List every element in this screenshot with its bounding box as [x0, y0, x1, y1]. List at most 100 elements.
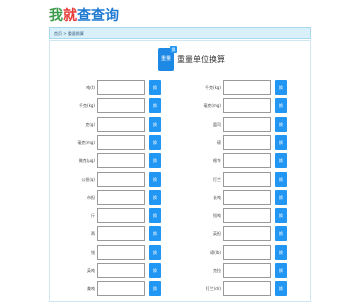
unit-value-input[interactable]	[223, 244, 271, 260]
right-unit-row: 短吨 换	[190, 208, 290, 224]
logo-char-4: 查	[91, 8, 105, 24]
page-title: 重量单位换算	[177, 55, 225, 64]
convert-button[interactable]: 换	[149, 134, 161, 150]
convert-button[interactable]: 换	[149, 208, 161, 224]
right-unit-row: 磅(lb) 换	[190, 244, 290, 261]
unit-label: 打兰(dr)	[205, 286, 221, 292]
left-unit-row: 吨(t) 换	[64, 80, 164, 96]
unit-label: 斤	[91, 213, 95, 219]
convert-button[interactable]: 换	[275, 263, 287, 278]
unit-label: 毫克(mg)	[203, 103, 221, 109]
convert-button[interactable]: 换	[275, 171, 287, 187]
app-icon-badge: 换	[170, 46, 177, 53]
unit-value-input[interactable]	[223, 226, 271, 242]
unit-label: 千克(kg)	[205, 85, 221, 90]
unit-label: 公担(q)	[81, 176, 95, 182]
unit-value-input[interactable]	[223, 134, 271, 150]
convert-button[interactable]: 换	[149, 263, 161, 278]
unit-label: 美吨	[87, 286, 95, 292]
convert-button[interactable]: 换	[275, 116, 287, 132]
left-unit-row: 英吨 换	[64, 263, 164, 279]
right-unit-row: 打兰 换	[190, 171, 290, 188]
left-unit-row: 克(g) 换	[64, 116, 164, 133]
convert-button[interactable]: 换	[149, 80, 161, 95]
convert-button[interactable]: 换	[275, 80, 287, 95]
weight-app-icon: 换 重量	[158, 46, 177, 71]
left-unit-row: 千克(kg) 换	[64, 98, 164, 114]
unit-label: 克(g)	[85, 121, 95, 127]
unit-value-input[interactable]	[97, 134, 145, 150]
unit-label: 磅(lb)	[210, 249, 221, 255]
unit-value-input[interactable]	[97, 226, 145, 242]
breadcrumb[interactable]: 首页 > 重量换算	[49, 27, 311, 39]
unit-value-input[interactable]	[97, 244, 145, 260]
unit-value-input[interactable]	[97, 116, 145, 132]
convert-button[interactable]: 换	[149, 226, 161, 242]
convert-button[interactable]: 换	[275, 189, 287, 205]
left-unit-row: 公担(q) 换	[64, 171, 164, 188]
unit-value-input[interactable]	[223, 263, 271, 278]
unit-value-input[interactable]	[97, 263, 145, 278]
unit-label: 克拉	[213, 268, 221, 273]
unit-value-input[interactable]	[223, 98, 271, 114]
unit-label: 市担	[87, 194, 95, 200]
unit-value-input[interactable]	[97, 208, 145, 224]
convert-button[interactable]: 换	[275, 98, 287, 114]
left-unit-row: 钱换	[64, 244, 164, 261]
convert-button[interactable]: 换	[275, 226, 287, 242]
convert-button[interactable]: 换	[275, 134, 287, 150]
unit-value-input[interactable]	[223, 153, 271, 169]
left-unit-row: 两换	[64, 226, 164, 242]
unit-value-input[interactable]	[97, 153, 145, 169]
convert-button[interactable]: 换	[275, 281, 287, 297]
convert-button[interactable]: 换	[275, 208, 287, 224]
convert-button[interactable]: 换	[149, 98, 161, 114]
unit-label: 两	[91, 231, 95, 237]
left-unit-row: 市担 换	[64, 189, 164, 206]
unit-label: 钱	[91, 249, 95, 255]
unit-value-input[interactable]	[97, 189, 145, 205]
right-unit-row: 磅换	[190, 134, 290, 151]
unit-value-input[interactable]	[223, 281, 271, 297]
left-unit-row: 微克(μg) 换	[64, 153, 164, 169]
unit-value-input[interactable]	[223, 171, 271, 187]
breadcrumb-text: 首页 > 重量换算	[54, 31, 84, 36]
unit-value-input[interactable]	[97, 171, 145, 187]
left-unit-row: 毫克(mg) 换	[64, 134, 164, 151]
right-unit-row: 盎司 换	[190, 116, 290, 133]
unit-value-input[interactable]	[223, 189, 271, 205]
right-unit-row: 英担 换	[190, 226, 290, 242]
unit-label: 盎司	[213, 121, 221, 127]
site-logo[interactable]: 我就查查询	[49, 6, 119, 26]
convert-button[interactable]: 换	[275, 153, 287, 169]
right-unit-row: 克拉 换	[190, 263, 290, 279]
unit-label: 吨(t)	[86, 85, 95, 90]
unit-label: 英担	[213, 231, 221, 237]
unit-value-input[interactable]	[223, 80, 271, 95]
logo-char-2: 就	[63, 8, 77, 24]
unit-label: 长吨	[213, 194, 221, 200]
left-unit-row: 美吨 换	[64, 281, 164, 297]
convert-button[interactable]: 换	[275, 244, 287, 260]
convert-button[interactable]: 换	[149, 171, 161, 187]
unit-value-input[interactable]	[97, 281, 145, 297]
unit-value-input[interactable]	[223, 116, 271, 132]
convert-button[interactable]: 换	[149, 153, 161, 169]
convert-button[interactable]: 换	[149, 116, 161, 132]
right-unit-row: 打兰(dr) 换	[190, 281, 290, 297]
unit-value-input[interactable]	[97, 98, 145, 114]
right-unit-row: 毫克(mg) 换	[190, 98, 290, 114]
convert-button[interactable]: 换	[149, 281, 161, 297]
unit-value-input[interactable]	[223, 208, 271, 224]
logo-char-5: 询	[105, 8, 119, 24]
convert-button[interactable]: 换	[149, 244, 161, 260]
convert-button[interactable]: 换	[149, 189, 161, 205]
app-icon-label: 重量	[160, 56, 171, 62]
unit-label: 格令	[213, 158, 221, 164]
unit-label: 千克(kg)	[79, 103, 95, 109]
unit-label: 打兰	[213, 176, 221, 182]
right-unit-row: 千克(kg) 换	[190, 80, 290, 96]
unit-label: 英吨	[87, 268, 95, 273]
unit-label: 毫克(mg)	[77, 139, 95, 145]
unit-value-input[interactable]	[97, 80, 145, 95]
